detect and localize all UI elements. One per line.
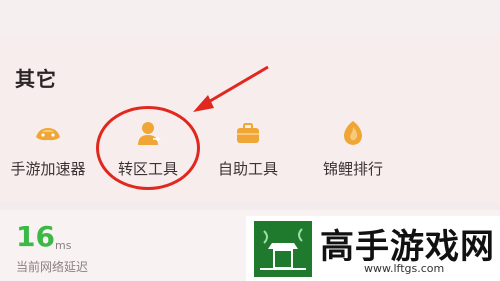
site-watermark: 高手游戏网 www.lftgs.com: [246, 216, 500, 281]
top-strip: [0, 0, 500, 36]
self-service-toolbox-icon: [237, 123, 259, 143]
tool-game-accelerator[interactable]: 手游加速器: [0, 118, 96, 182]
highlight-circle: [96, 106, 200, 190]
tool-label: 锦鲤排行: [322, 160, 383, 178]
latency-unit: ms: [55, 239, 72, 252]
latency-label: 当前网络延迟: [16, 260, 89, 274]
game-accelerator-icon: [36, 128, 60, 141]
tool-self-service[interactable]: 自助工具: [200, 118, 296, 182]
watermark-text: 高手游戏网: [320, 227, 495, 267]
koi-ranking-icon: [344, 121, 362, 145]
tool-label: 自助工具: [217, 160, 278, 178]
section-title: 其它: [15, 67, 57, 91]
watermark-url: www.lftgs.com: [364, 262, 445, 275]
tool-koi-ranking[interactable]: 锦鲤排行: [305, 118, 401, 182]
tool-label: 手游加速器: [10, 160, 86, 178]
latency-value: 16: [16, 220, 55, 253]
watermark-logo-icon: [254, 221, 312, 277]
